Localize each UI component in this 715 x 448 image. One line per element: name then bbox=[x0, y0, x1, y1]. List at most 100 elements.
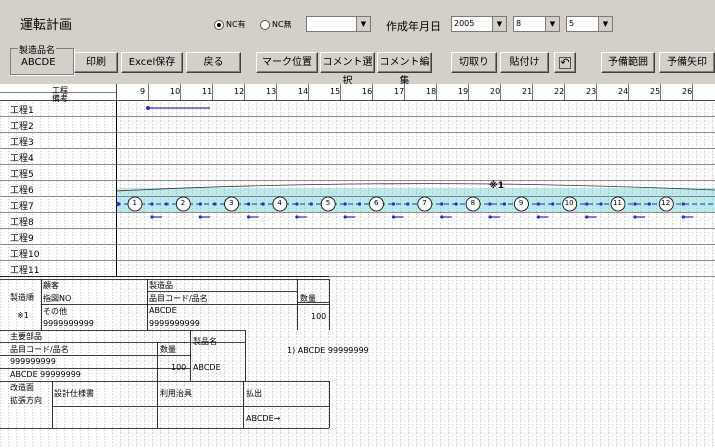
note-line: 1) ABCDE 99999999 bbox=[287, 346, 369, 355]
process-label[interactable]: 工程6 bbox=[10, 183, 34, 196]
chevron-down-icon[interactable]: ▼ bbox=[598, 17, 612, 31]
product-name: ABCDE bbox=[21, 57, 56, 68]
process7-dot bbox=[440, 202, 444, 206]
day-label: 23 bbox=[586, 87, 597, 96]
process7-marker-label[interactable]: 12 bbox=[661, 199, 670, 207]
year-select[interactable]: 2005 ▼ bbox=[451, 16, 507, 32]
process8-dot bbox=[488, 215, 492, 219]
process7-marker-label[interactable]: 11 bbox=[613, 199, 622, 207]
chevron-down-icon[interactable]: ▼ bbox=[356, 17, 370, 31]
process7-dot bbox=[164, 202, 168, 206]
day-label: 21 bbox=[522, 87, 533, 96]
process-label[interactable]: 工程5 bbox=[10, 167, 34, 180]
nc-with-radio-dot[interactable] bbox=[214, 19, 224, 30]
seizouhin-label: 製造品 bbox=[149, 281, 173, 290]
print-button[interactable]: 印刷 bbox=[74, 52, 118, 73]
process-label[interactable]: 工程1 bbox=[10, 103, 34, 116]
filter-combo[interactable]: ▼ bbox=[306, 16, 371, 32]
process7-dot bbox=[406, 202, 410, 206]
seizouhinmei-label: 製品名 bbox=[193, 337, 217, 346]
process7-marker-label[interactable]: 8 bbox=[471, 199, 475, 207]
nc-without-radio[interactable]: NC無 bbox=[260, 19, 292, 30]
highlight-band bbox=[116, 188, 715, 212]
process8-dot bbox=[150, 215, 154, 219]
process7-dot bbox=[357, 202, 362, 206]
suryo-label: 数量 bbox=[300, 294, 316, 303]
day-select[interactable]: 5 ▼ bbox=[566, 16, 613, 32]
process7-marker-label[interactable]: 4 bbox=[277, 199, 281, 207]
kakuchou-houkou-label: 拡張方向 bbox=[10, 396, 42, 405]
day-label: 17 bbox=[394, 87, 405, 96]
chevron-down-icon[interactable]: ▼ bbox=[492, 17, 506, 31]
hinmoku2-label: 品目コード/品名 bbox=[10, 345, 69, 354]
process8-dot bbox=[295, 215, 299, 219]
process-label[interactable]: 工程11 bbox=[10, 263, 39, 276]
process7-dot bbox=[309, 202, 313, 206]
haraidashi-label: 払出 bbox=[246, 389, 262, 398]
seizou-jun-label: 製造順 bbox=[10, 293, 34, 302]
undo-button[interactable]: ↶ bbox=[554, 52, 576, 73]
chevron-down-icon[interactable]: ▼ bbox=[545, 17, 559, 31]
reserve-arrow-button[interactable]: 予備矢印 bbox=[659, 52, 715, 73]
process1-start bbox=[146, 106, 150, 110]
process-label[interactable]: 工程3 bbox=[10, 135, 34, 148]
process7-marker-label[interactable]: 3 bbox=[229, 199, 233, 207]
process7-dot bbox=[261, 202, 265, 206]
day-label: 14 bbox=[298, 87, 309, 96]
day-label: 20 bbox=[490, 87, 501, 96]
process7-marker-label[interactable]: 9 bbox=[519, 199, 523, 207]
suryo2-label: 数量 bbox=[160, 345, 176, 354]
reserve-range-button[interactable]: 予備範囲 bbox=[601, 52, 655, 73]
process7-dot bbox=[391, 202, 396, 206]
process8-dot bbox=[440, 215, 444, 219]
back-button[interactable]: 戻る bbox=[186, 52, 241, 73]
code1-value: 9999999999 bbox=[43, 319, 94, 328]
paste-button[interactable]: 貼付け bbox=[500, 52, 549, 73]
process7-dot bbox=[647, 202, 651, 206]
process7-marker-label[interactable]: 6 bbox=[374, 199, 378, 207]
process7-dot bbox=[502, 202, 506, 206]
day-value: 5 bbox=[569, 19, 575, 28]
qty2-value: 100 bbox=[171, 363, 187, 372]
sekkei-shiyousho-label: 設計仕様書 bbox=[54, 389, 94, 398]
process8-dot bbox=[681, 215, 685, 219]
date-label: 作成年月日 bbox=[386, 20, 441, 33]
schedule-grid[interactable]: 工程 備考 9 10 11 12 13 14 15 16 17 18 19 20 21 22 23 24 25 2… bbox=[0, 84, 715, 448]
comment-select-button[interactable]: コメント選択 bbox=[320, 52, 375, 87]
schedule-grid-canvas[interactable] bbox=[0, 84, 715, 448]
day-label: 9 bbox=[140, 87, 146, 96]
process7-marker-label[interactable]: 7 bbox=[422, 199, 426, 207]
process-label[interactable]: 工程10 bbox=[10, 247, 39, 260]
process7-marker-label[interactable]: 10 bbox=[565, 199, 574, 207]
process7-marker-label[interactable]: 2 bbox=[181, 199, 185, 207]
day-label: 25 bbox=[650, 87, 661, 96]
product-name-value: ABCDE bbox=[149, 306, 177, 315]
comment-edit-button[interactable]: コメント編集 bbox=[377, 52, 432, 87]
product-group-label: 製造品名 bbox=[18, 43, 57, 56]
process7-marker-label[interactable]: 1 bbox=[133, 199, 137, 207]
process8-dot bbox=[633, 215, 637, 219]
cut-button[interactable]: 切取り bbox=[451, 52, 497, 73]
process7-marker-label[interactable]: 5 bbox=[326, 199, 330, 207]
abcde-code-value: ABCDE 99999999 bbox=[10, 370, 81, 379]
process-label[interactable]: 工程7 bbox=[10, 199, 34, 212]
mark-position-button[interactable]: マーク位置 bbox=[256, 52, 318, 73]
process-label[interactable]: 工程2 bbox=[10, 119, 34, 132]
process-label[interactable]: 工程9 bbox=[10, 231, 34, 244]
process7-dot bbox=[551, 202, 555, 206]
row-mark: ※1 bbox=[17, 311, 29, 320]
nc-without-radio-dot[interactable] bbox=[260, 19, 270, 30]
undo-icon: ↶ bbox=[559, 56, 571, 69]
day-label: 12 bbox=[234, 87, 245, 96]
process7-dot bbox=[343, 202, 347, 206]
month-select[interactable]: 8 ▼ bbox=[513, 16, 560, 32]
nc-with-radio[interactable]: NC有 bbox=[214, 19, 246, 30]
nc-without-label: NC無 bbox=[272, 20, 292, 29]
process8-dot bbox=[198, 215, 202, 219]
process-label[interactable]: 工程8 bbox=[10, 215, 34, 228]
process-label[interactable]: 工程4 bbox=[10, 151, 34, 164]
month-value: 8 bbox=[516, 19, 522, 28]
excel-save-button[interactable]: Excel保存 bbox=[121, 52, 183, 73]
process7-dot bbox=[599, 202, 603, 206]
day-label: 16 bbox=[362, 87, 373, 96]
